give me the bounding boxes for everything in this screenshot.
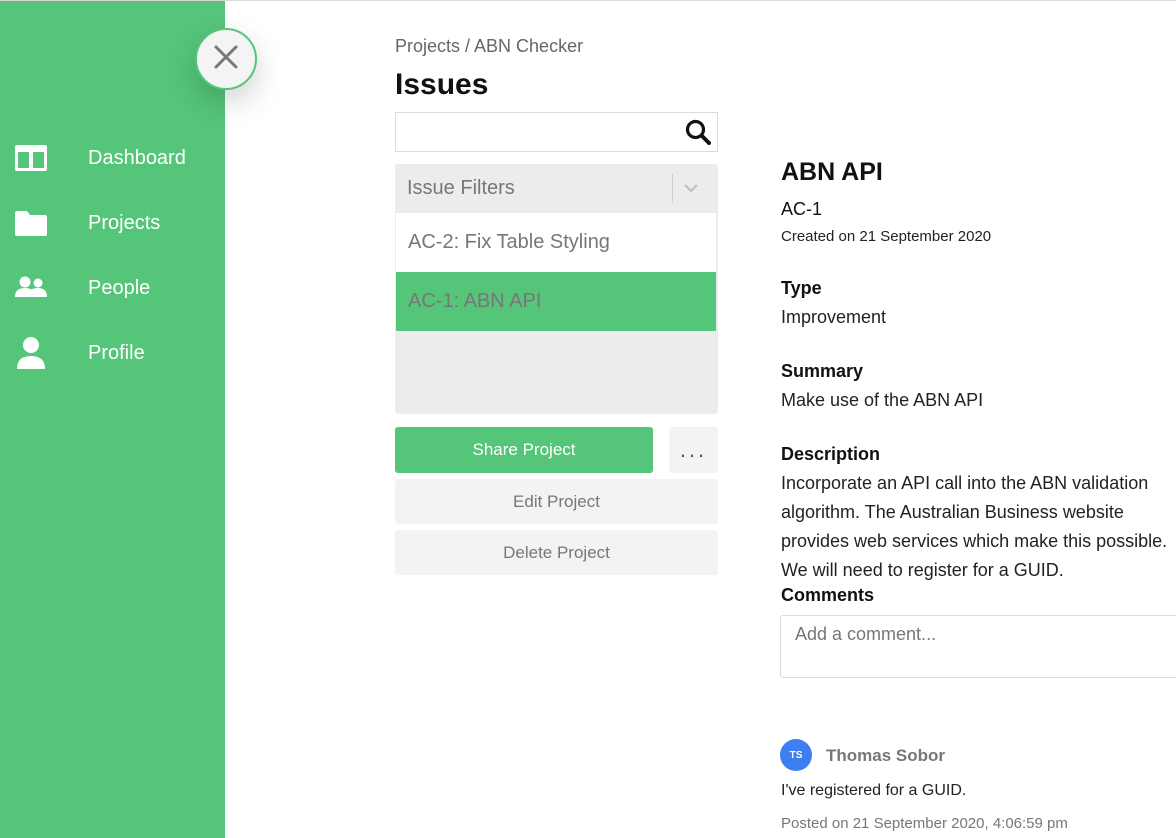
summary-heading: Summary xyxy=(781,361,864,381)
people-icon xyxy=(14,271,48,305)
dashboard-icon xyxy=(14,141,48,175)
comments-heading: Comments xyxy=(781,585,875,605)
issue-filters-dropdown[interactable]: Issue Filters xyxy=(395,164,718,213)
comment-timestamp: Posted on 21 September 2020, 4:06:59 pm xyxy=(781,815,1068,832)
type-heading: Type xyxy=(781,278,822,298)
sidebar-item-label: Profile xyxy=(88,341,145,364)
comment-input[interactable] xyxy=(795,624,1175,668)
comment-text: I've registered for a GUID. xyxy=(781,782,967,799)
issues-panel: Issue Filters AC-2: Fix Table Styling AC… xyxy=(395,164,718,414)
comment-author: Thomas Sobor xyxy=(826,746,946,765)
close-sidebar-button[interactable] xyxy=(195,28,257,90)
breadcrumb[interactable]: Projects / ABN Checker xyxy=(395,36,583,57)
delete-project-button[interactable]: Delete Project xyxy=(395,530,718,575)
issue-filters-label: Issue Filters xyxy=(407,177,515,199)
page-title: Issues xyxy=(395,68,489,101)
folder-icon xyxy=(14,206,48,240)
chevron-down-icon xyxy=(681,178,701,198)
issue-key: AC-1 xyxy=(781,199,823,219)
issue-created-date: Created on 21 September 2020 xyxy=(781,228,992,245)
issue-list-item-label: AC-1: ABN API xyxy=(408,290,542,312)
search-icon[interactable] xyxy=(683,117,713,147)
more-icon: ... xyxy=(679,437,708,462)
sidebar-item-label: People xyxy=(88,276,151,299)
user-icon xyxy=(14,336,48,370)
issue-title: ABN API xyxy=(781,158,883,186)
summary-value: Make use of the ABN API xyxy=(781,390,984,410)
more-options-button[interactable]: ... xyxy=(669,427,718,473)
description-heading: Description xyxy=(781,444,881,464)
description-value: Incorporate an API call into the ABN val… xyxy=(781,473,1168,580)
issue-list-item-selected[interactable]: AC-1: ABN API xyxy=(396,272,716,331)
comment-field xyxy=(780,615,1176,678)
sidebar-item-profile[interactable]: Profile xyxy=(0,329,225,377)
close-icon xyxy=(213,44,239,75)
type-value: Improvement xyxy=(781,307,887,327)
issue-list-item[interactable]: AC-2: Fix Table Styling xyxy=(396,213,716,272)
sidebar-item-dashboard[interactable]: Dashboard xyxy=(0,134,225,182)
sidebar-item-label: Projects xyxy=(88,211,161,234)
sidebar-item-people[interactable]: People xyxy=(0,264,225,312)
issue-list-item-label: AC-2: Fix Table Styling xyxy=(408,231,610,253)
share-project-button[interactable]: Share Project xyxy=(395,427,653,473)
search-box xyxy=(395,112,718,152)
divider xyxy=(672,174,673,203)
sidebar-item-projects[interactable]: Projects xyxy=(0,199,225,247)
search-input[interactable] xyxy=(404,119,674,145)
sidebar: Dashboard Projects People Profile xyxy=(0,1,225,838)
avatar: TS xyxy=(780,739,812,771)
edit-project-button[interactable]: Edit Project xyxy=(395,479,718,524)
sidebar-item-label: Dashboard xyxy=(88,146,186,169)
